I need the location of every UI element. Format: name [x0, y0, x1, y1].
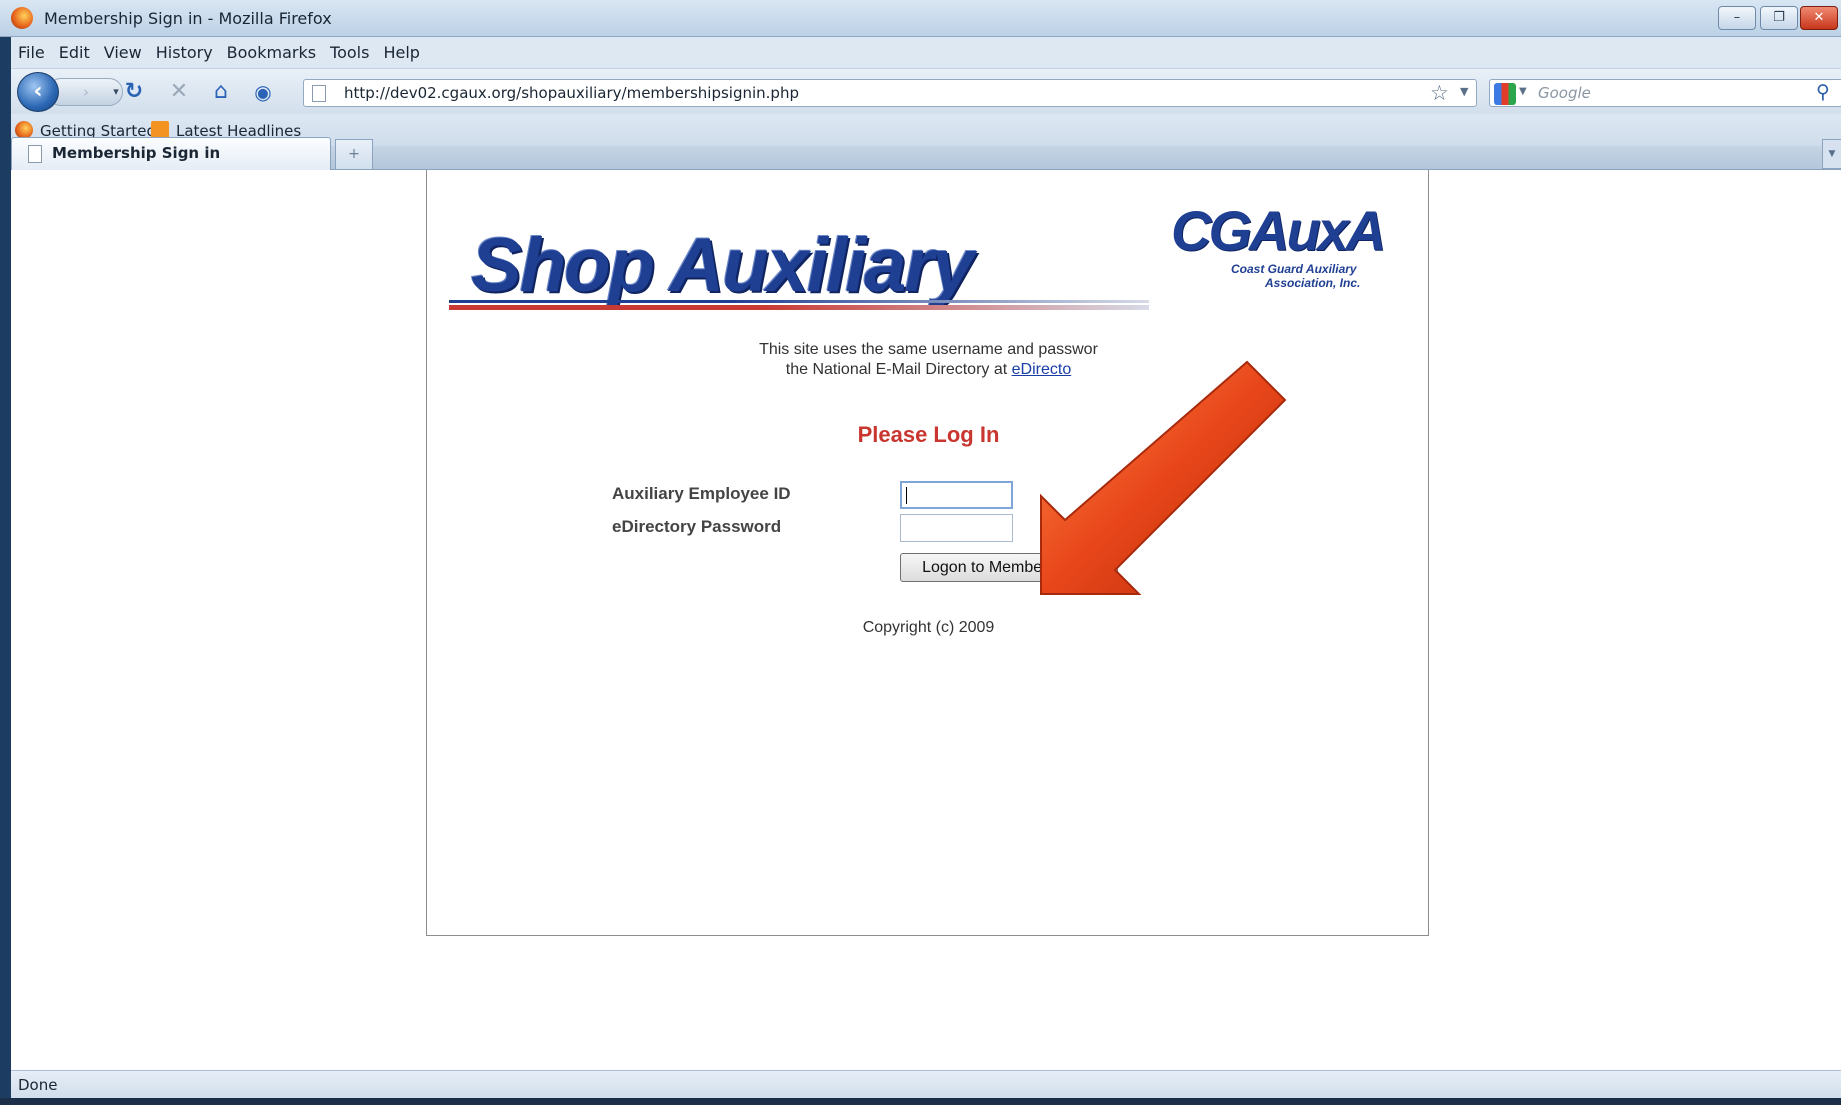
navigation-toolbar: ‹ › ▾ ↻ ✕ ⌂ ◉ http://dev02.cgaux.org/sho…: [11, 69, 1841, 114]
page-icon: [312, 85, 326, 102]
minimize-button[interactable]: –: [1718, 6, 1756, 30]
status-text: Done: [18, 1076, 58, 1094]
menu-bookmarks[interactable]: Bookmarks: [220, 37, 323, 69]
search-input[interactable]: Google: [1538, 84, 1591, 102]
password-label: eDirectory Password: [612, 517, 782, 536]
logo-underline-blue: [449, 300, 1149, 303]
shop-auxiliary-logo: Shop Auxiliary: [471, 223, 974, 308]
maximize-button[interactable]: ❐: [1760, 6, 1798, 30]
menu-edit[interactable]: Edit: [52, 37, 97, 69]
employee-id-input[interactable]: [900, 481, 1013, 509]
close-button[interactable]: ✕: [1800, 6, 1838, 30]
forward-arrow-icon[interactable]: ›: [75, 81, 97, 103]
url-dropdown-icon[interactable]: ▼: [1460, 85, 1468, 98]
menu-view[interactable]: View: [97, 37, 149, 69]
annotation-arrow: [1040, 360, 1287, 595]
text-caret: [906, 487, 907, 504]
tab-membership-sign-in[interactable]: Membership Sign in: [11, 137, 331, 171]
title-bar: Membership Sign in - Mozilla Firefox – ❐…: [0, 0, 1841, 37]
bookmark-star-icon[interactable]: ☆: [1430, 81, 1449, 105]
web-of-trust-icon[interactable]: ◉: [250, 79, 276, 105]
reload-icon[interactable]: ↻: [121, 79, 147, 105]
new-tab-icon[interactable]: +: [335, 139, 373, 169]
notice-line-2-text: the National E-Mail Directory at: [785, 361, 1012, 378]
stop-icon[interactable]: ✕: [166, 79, 192, 105]
tab-label: Membership Sign in: [52, 144, 221, 162]
tab-bar: Membership Sign in + ▼: [11, 137, 1841, 171]
password-input[interactable]: [900, 514, 1013, 542]
google-icon[interactable]: [1494, 83, 1516, 105]
menu-history[interactable]: History: [149, 37, 220, 69]
search-icon[interactable]: ⚲: [1816, 81, 1830, 103]
menu-tools[interactable]: Tools: [323, 37, 376, 69]
window-title: Membership Sign in - Mozilla Firefox: [44, 9, 332, 28]
url-text: http://dev02.cgaux.org/shopauxiliary/mem…: [344, 84, 799, 102]
firefox-icon: [11, 7, 33, 29]
cgauxa-logo-line1: Coast Guard Auxiliary: [1231, 262, 1357, 276]
menu-help[interactable]: Help: [376, 37, 426, 69]
employee-id-label: Auxiliary Employee ID: [612, 484, 791, 503]
back-arrow-icon[interactable]: ‹: [17, 72, 59, 112]
cgauxa-logo-mark: CGAuxA: [1171, 199, 1386, 262]
taskbar-edge: [0, 1098, 1841, 1105]
cgauxa-logo: CGAuxA Coast Guard Auxiliary Association…: [1169, 194, 1409, 294]
cgauxa-logo-line2: Association, Inc.: [1265, 276, 1361, 290]
search-bar[interactable]: ▼ Google ⚲: [1489, 79, 1841, 107]
search-engine-dropdown-icon[interactable]: ▼: [1519, 86, 1527, 97]
menu-bar: File Edit View History Bookmarks Tools Help: [11, 37, 1841, 69]
tab-list-dropdown-icon[interactable]: ▼: [1822, 139, 1841, 169]
status-bar: Done: [11, 1070, 1841, 1098]
menu-file[interactable]: File: [11, 37, 52, 69]
page-viewport: Shop Auxiliary CGAuxA Coast Guard Auxili…: [11, 170, 1841, 1070]
home-icon[interactable]: ⌂: [208, 79, 234, 105]
logo-underline-red: [449, 305, 1149, 310]
page-icon: [28, 145, 42, 163]
browser-window: Membership Sign in - Mozilla Firefox – ❐…: [0, 0, 1841, 1105]
address-bar[interactable]: http://dev02.cgaux.org/shopauxiliary/mem…: [303, 79, 1477, 107]
